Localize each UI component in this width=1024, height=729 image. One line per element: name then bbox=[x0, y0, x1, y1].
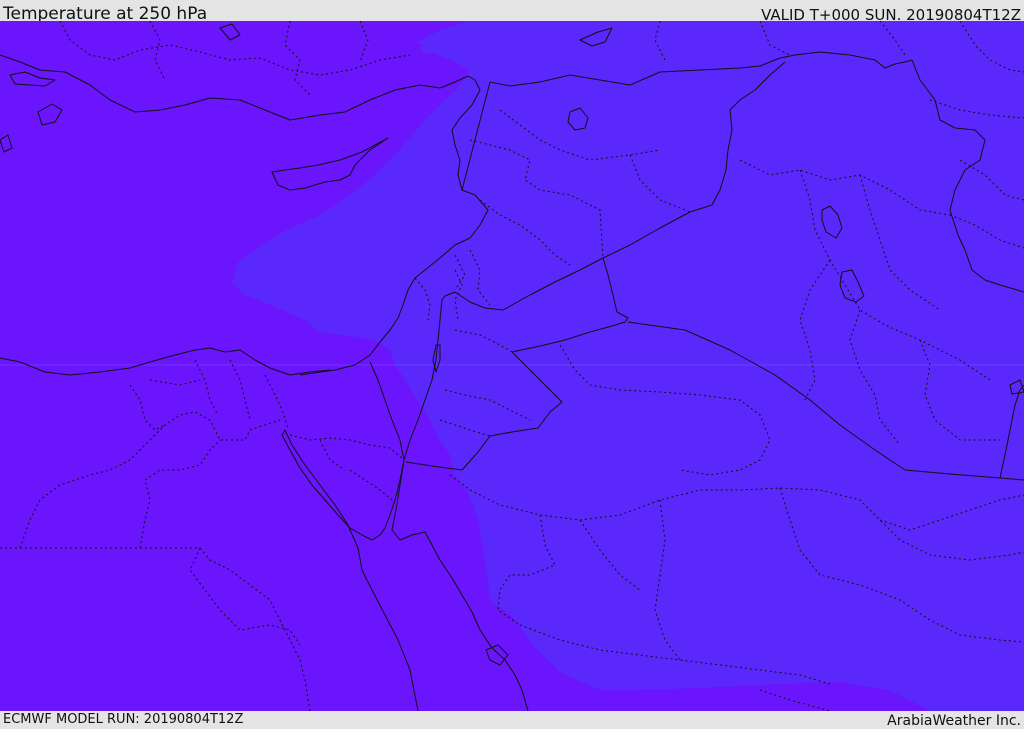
model-run-label: ECMWF MODEL RUN: 20190804T12Z bbox=[3, 712, 244, 727]
footer-bar: ECMWF MODEL RUN: 20190804T12Z ArabiaWeat… bbox=[0, 711, 1024, 729]
temperature-map bbox=[0, 21, 1024, 711]
header-bar: Temperature at 250 hPa VALID T+000 SUN. … bbox=[0, 0, 1024, 24]
credit-label: ArabiaWeather Inc. bbox=[887, 713, 1021, 729]
